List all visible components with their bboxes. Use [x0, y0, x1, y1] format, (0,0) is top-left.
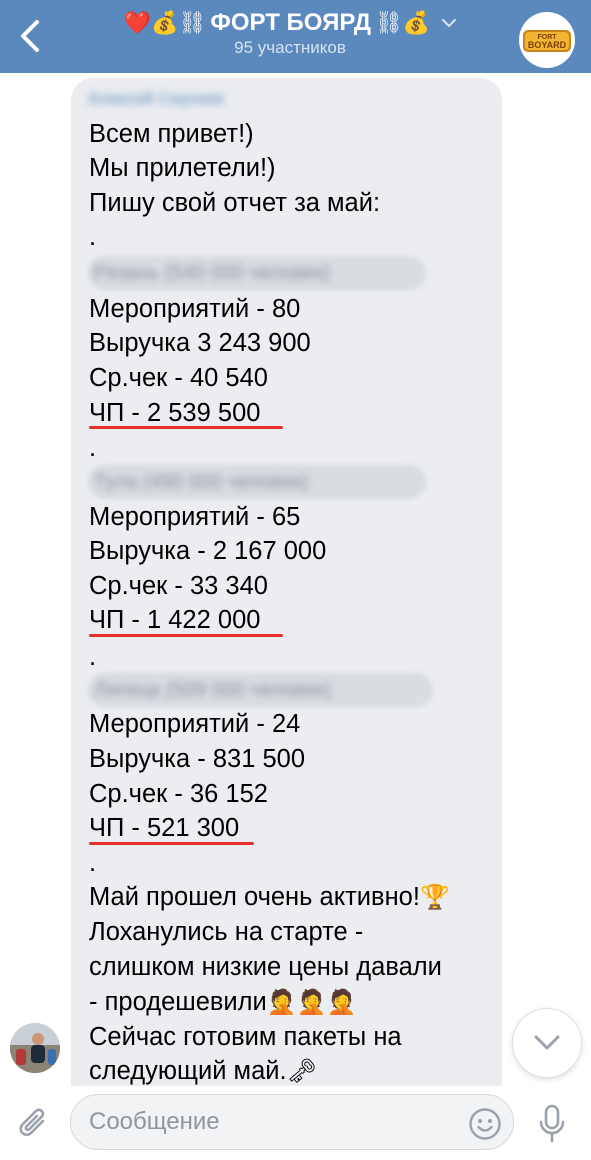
stat-events: Мероприятий - 80 [89, 295, 301, 323]
stat-avg-check: Ср.чек - 33 340 [89, 572, 268, 600]
message-composer [0, 1086, 591, 1160]
blurred-city-name: Рязань (540 000 человек) [88, 256, 426, 290]
trophy-emoji: 🏆 [419, 884, 450, 911]
stat-net-profit: ЧП - 1 422 000 [89, 606, 261, 634]
chevron-down-icon [534, 1035, 560, 1050]
message-line: Май прошел очень активно!🏆 [89, 883, 450, 911]
chat-title[interactable]: ❤️💰⛓ ФОРТ БОЯРД ⛓💰 [90, 6, 490, 40]
blurred-city-name: Липецк (509 000 человек) [88, 673, 433, 707]
title-emoji-suffix: ⛓💰 [375, 10, 431, 35]
avatar-photo [10, 1023, 60, 1073]
separator-dot: . [89, 434, 97, 462]
message-line: следующий май.🗝 [89, 1057, 318, 1085]
stat-events: Мероприятий - 24 [89, 710, 301, 738]
chevron-left-icon [21, 20, 39, 52]
message-line: Сейчас готовим пакеты на [89, 1023, 402, 1051]
scroll-down-button[interactable] [512, 1008, 582, 1078]
title-emoji-prefix: ❤️💰⛓ [123, 10, 207, 35]
stat-avg-check: Ср.чек - 40 540 [89, 364, 268, 392]
stat-net-profit: ЧП - 2 539 500 [89, 399, 261, 427]
sticker-button[interactable] [467, 1106, 503, 1142]
stat-events: Мероприятий - 65 [89, 503, 301, 531]
attach-button[interactable] [14, 1104, 54, 1144]
chevron-down-icon [442, 18, 457, 27]
stat-revenue: Выручка - 831 500 [89, 745, 306, 773]
member-count: 95 участников [234, 38, 346, 57]
separator-dot: . [89, 849, 97, 877]
facepalm-emoji: 🤦🤦🤦 [266, 989, 357, 1016]
message-input[interactable] [70, 1094, 514, 1150]
message-line: - продешевили🤦🤦🤦 [89, 988, 357, 1016]
back-button[interactable] [10, 16, 50, 56]
smiley-icon [469, 1108, 501, 1140]
sender-name[interactable]: Алексей Сергеев [88, 89, 268, 113]
microphone-icon [539, 1104, 565, 1143]
net-profit-underline [89, 634, 283, 637]
stat-avg-check: Ср.чек - 36 152 [89, 780, 268, 808]
paperclip-icon [19, 1108, 45, 1136]
net-profit-underline [89, 426, 283, 429]
chat-title-area[interactable]: ❤️💰⛓ ФОРТ БОЯРД ⛓💰 95 участников [90, 6, 490, 58]
message-line: Пишу свой отчет за май: [89, 189, 381, 217]
svg-text:BOYARD: BOYARD [528, 40, 567, 50]
fort-boyard-logo: FORT BOYARD [520, 13, 574, 67]
sender-avatar[interactable] [10, 1023, 60, 1073]
key-emoji: 🗝 [286, 1058, 318, 1085]
blurred-city-name: Тула (490 000 человек) [88, 465, 426, 499]
stat-revenue: Выручка - 2 167 000 [89, 537, 327, 565]
separator-dot: . [89, 223, 97, 251]
voice-message-button[interactable] [532, 1102, 572, 1146]
stat-revenue: Выручка 3 243 900 [89, 329, 311, 357]
message-line: слишком низкие цены давали [89, 953, 442, 981]
net-profit-underline [89, 842, 254, 845]
chat-header: ❤️💰⛓ ФОРТ БОЯРД ⛓💰 95 участников FORT BO… [0, 0, 591, 73]
message-line: Мы прилетели!) [89, 154, 276, 182]
message-line: Лоханулись на старте - [89, 918, 364, 946]
separator-dot: . [89, 643, 97, 671]
chat-title-text: ФОРТ БОЯРД [210, 9, 371, 36]
stat-net-profit: ЧП - 521 300 [89, 814, 240, 842]
group-avatar[interactable]: FORT BOYARD [519, 12, 575, 68]
message-line: Всем привет!) [89, 120, 254, 148]
